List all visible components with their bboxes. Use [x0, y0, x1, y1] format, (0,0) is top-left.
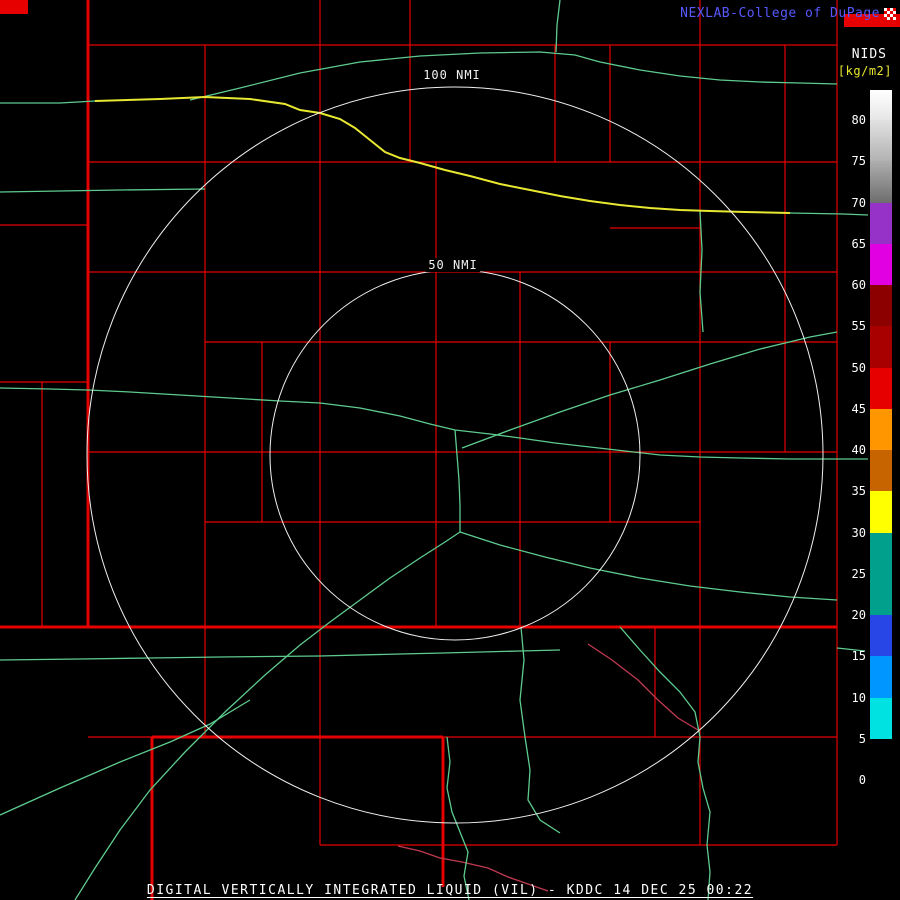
road-segment [0, 699, 251, 816]
road-segment [189, 51, 838, 101]
colorbar-tick-45: 45 [851, 401, 866, 416]
colorbar-tick-25: 25 [851, 566, 866, 581]
colorbar-segment-65-70 [870, 202, 892, 244]
river-segment [587, 643, 699, 731]
colorbar-tick-20: 20 [851, 608, 866, 622]
highlighted-road-segment [94, 95, 791, 214]
colorbar-ticks: 80 75 70 65 60 55 50 45 40 35 30 25 20 15 10 5 0 [838, 90, 866, 790]
colorbar-segment-15-20 [870, 615, 892, 657]
colorbar-tick-30: 30 [851, 525, 866, 540]
road-segment [0, 100, 96, 104]
colorbar-tick-40: 40 [851, 443, 866, 457]
top-left-marker [0, 0, 28, 14]
units-label: [kg/m2] [837, 64, 892, 78]
highlighted-highway-layer [94, 95, 791, 214]
road-segment [461, 331, 838, 449]
colorbar-segment-5-10 [870, 697, 892, 739]
colorbar-segment-55-60 [870, 285, 892, 327]
colorbar-tick-75: 75 [851, 154, 866, 169]
colorbar-segment-60-65 [870, 243, 892, 285]
colorbar-tick-65: 65 [851, 236, 866, 251]
range-rings-layer [86, 86, 824, 824]
colorbar-tick-80: 80 [851, 113, 866, 127]
range-ring-100nmi [86, 86, 824, 824]
road-segment [459, 531, 838, 601]
colorbar-segment-45-50 [870, 367, 892, 409]
colorbar-segment-10-15 [870, 656, 892, 698]
radar-map [0, 0, 869, 900]
road-segment [555, 0, 561, 53]
colorbar-segment-75-80 [870, 120, 892, 162]
road-segment [446, 736, 470, 900]
colorbar-tick-35: 35 [851, 484, 866, 499]
product-code-label: NIDS [851, 47, 887, 62]
road-segment [0, 387, 868, 460]
colorbar-tick-10: 10 [851, 690, 866, 705]
colorbar-tick-0: 0 [858, 773, 866, 787]
road-segment [619, 626, 711, 900]
colorbar-segment-below-0 [870, 780, 892, 790]
colorbar-tick-5: 5 [858, 731, 866, 746]
range-ring-50nmi [269, 269, 641, 641]
colorbar-tick-60: 60 [851, 278, 866, 292]
state-border-lines [0, 0, 837, 900]
dupage-logo-icon [884, 8, 896, 20]
colorbar-segment-30-35 [870, 491, 892, 533]
road-segment [519, 626, 561, 834]
colorbar-tick-55: 55 [851, 319, 866, 334]
colorbar-segment-0-5 [870, 738, 892, 780]
road-segment [454, 429, 461, 532]
colorbar-segment-70-75 [870, 161, 892, 203]
product-caption: DIGITAL VERTICALLY INTEGRATED LIQUID (VI… [146, 883, 754, 898]
colorbar-tick-70: 70 [851, 195, 866, 210]
highways-layer [0, 0, 869, 900]
road-segment [0, 649, 561, 661]
range-ring-label-100nmi: 100 NMI [420, 68, 484, 82]
colorbar-segment-50-55 [870, 326, 892, 368]
colorbar-segment-40-45 [870, 408, 892, 450]
colorbar-segment-above-80 [870, 90, 892, 120]
colorbar-segment-25-30 [870, 532, 892, 574]
colorbar-tick-50: 50 [851, 360, 866, 375]
attribution-text: NEXLAB-College of DuPage [680, 6, 880, 21]
radar-display: 100 NMI 50 NMI NEXLAB-College of DuPage … [0, 0, 900, 900]
colorbar-segment-20-25 [870, 573, 892, 615]
colorbar [870, 90, 892, 790]
state-borders-layer [0, 0, 837, 900]
range-ring-label-50nmi: 50 NMI [425, 258, 481, 272]
colorbar-tick-15: 15 [851, 649, 866, 664]
road-segment [0, 188, 206, 193]
colorbar-segment-35-40 [870, 450, 892, 492]
